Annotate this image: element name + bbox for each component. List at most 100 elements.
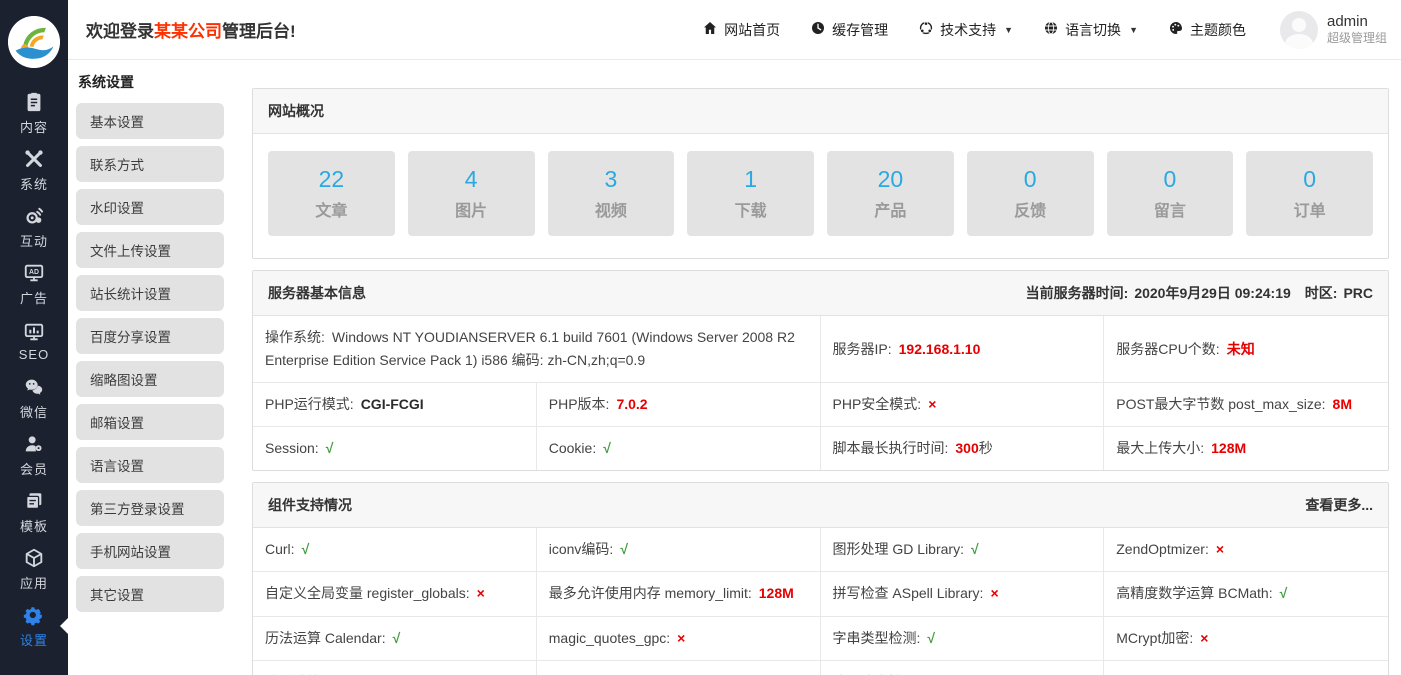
stat-label: 留言 (1154, 197, 1186, 221)
info-cell: OpenSSL:√ (537, 661, 821, 675)
stat-box-图片[interactable]: 4图片 (408, 151, 535, 236)
site-overview-panel: 网站概况 22文章4图片3视频1下载20产品0反馈 0 留言 0订单 (252, 88, 1389, 259)
user-name: admin (1327, 13, 1387, 32)
rail-item-系统[interactable]: 系统 (0, 141, 68, 198)
info-cell: POST最大字节数 post_max_size:8M (1104, 383, 1388, 426)
system-icon (21, 147, 47, 171)
sidebar-item-百度分享设置[interactable]: 百度分享设置 (76, 318, 224, 354)
sidebar-title: 系统设置 (76, 72, 224, 92)
cell-label: 最多允许使用内存 memory_limit: (549, 585, 752, 601)
sidebar-item-联系方式[interactable]: 联系方式 (76, 146, 224, 182)
top-nav-label: 主题颜色 (1190, 20, 1246, 40)
stat-box-产品[interactable]: 20产品 (827, 151, 954, 236)
sidebar-item-手机网站设置[interactable]: 手机网站设置 (76, 533, 224, 569)
cell-value: 128M (1211, 440, 1246, 456)
svg-text:AD: AD (29, 269, 39, 276)
sidebar-item-站长统计设置[interactable]: 站长统计设置 (76, 275, 224, 311)
server-tz-value: PRC (1343, 285, 1373, 301)
info-cell: Curl:√ (253, 528, 537, 571)
cell-label: PHP安全模式: (833, 396, 922, 412)
cell-text: 脚本最长执行时间:300秒 (833, 437, 993, 460)
cell-label: 操作系统: (265, 329, 325, 345)
avatar (1280, 11, 1318, 49)
table-row: Curl:√iconv编码:√图形处理 GD Library:√ZendOptm… (253, 528, 1388, 572)
cell-text: 拼写检查 ASpell Library:× (833, 582, 999, 605)
info-cell: 流媒体支持:√ (821, 661, 1105, 675)
top-nav: 网站首页 缓存管理 技术支持▼ 语言切换▼ 主题颜色 (702, 20, 1246, 40)
top-header: 欢迎登录某某公司管理后台! 网站首页 缓存管理 技术支持▼ 语言切换▼ 主题颜色 adm… (68, 0, 1401, 60)
top-nav-缓存管理[interactable]: 缓存管理 (810, 20, 888, 40)
top-nav-技术支持[interactable]: 技术支持▼ (918, 20, 1013, 40)
info-cell: Session:√ (253, 427, 537, 470)
stat-box-下载[interactable]: 1下载 (687, 151, 814, 236)
rail-nav: 内容系统互动AD广告SEO微信会员模板应用设置 (0, 84, 68, 654)
stat-value: 22 (319, 166, 345, 194)
rail-item-微信[interactable]: 微信 (0, 369, 68, 426)
info-cell: 脚本最长执行时间:300秒 (821, 427, 1105, 470)
server-info-title: 服务器基本信息 (268, 283, 366, 303)
user-menu[interactable]: admin 超级管理组 (1280, 11, 1387, 49)
sidebar-item-水印设置[interactable]: 水印设置 (76, 189, 224, 225)
rail-item-应用[interactable]: 应用 (0, 540, 68, 597)
sidebar-item-缩略图设置[interactable]: 缩略图设置 (76, 361, 224, 397)
cell-value: √ (326, 440, 334, 456)
sidebar-item-其它设置[interactable]: 其它设置 (76, 576, 224, 612)
cell-value: × (1216, 541, 1224, 557)
stat-box-订单[interactable]: 0订单 (1246, 151, 1373, 236)
info-cell: 哈稀计算 MHash:√ (253, 661, 537, 675)
cell-value: × (477, 585, 485, 601)
top-nav-label: 技术支持 (940, 20, 996, 40)
site-overview-header: 网站概况 (253, 89, 1388, 134)
content-icon (21, 90, 47, 114)
logo[interactable] (0, 0, 68, 84)
cell-label: iconv编码: (549, 541, 614, 557)
cell-value: 8M (1333, 396, 1352, 412)
rail-item-内容[interactable]: 内容 (0, 84, 68, 141)
info-cell: 自定义全局变量 register_globals:× (253, 572, 537, 615)
cell-label: 脚本最长执行时间: (833, 440, 949, 456)
sidebar-item-邮箱设置[interactable]: 邮箱设置 (76, 404, 224, 440)
top-nav-语言切换[interactable]: 语言切换▼ (1043, 20, 1138, 40)
rail-item-label: 会员 (20, 459, 48, 478)
stat-value: 4 (465, 166, 478, 194)
info-cell: MCrypt加密:× (1104, 617, 1388, 660)
rail-item-会员[interactable]: 会员 (0, 426, 68, 483)
rail-item-label: 系统 (20, 174, 48, 193)
top-nav-网站首页[interactable]: 网站首页 (702, 20, 780, 40)
info-cell: PHP版本:7.0.2 (537, 383, 821, 426)
sidebar-item-语言设置[interactable]: 语言设置 (76, 447, 224, 483)
rail-item-设置[interactable]: 设置 (0, 597, 68, 654)
cell-text: 最大上传大小: 128M (1116, 437, 1246, 460)
stat-box-反馈[interactable]: 0反馈 (967, 151, 1094, 236)
cell-value: 128M (759, 585, 794, 601)
sidebar-item-基本设置[interactable]: 基本设置 (76, 103, 224, 139)
rail-item-SEO[interactable]: SEO (0, 312, 68, 369)
sidebar-item-文件上传设置[interactable]: 文件上传设置 (76, 232, 224, 268)
server-time: 当前服务器时间:2020年9月29日 09:24:19时区:PRC (1020, 283, 1373, 303)
table-row: PHP运行模式:CGI-FCGIPHP版本:7.0.2PHP安全模式:×POST… (253, 383, 1388, 427)
info-cell: PHP安全模式:× (821, 383, 1105, 426)
stat-box-留言[interactable]: 0 留言 (1107, 151, 1234, 236)
stat-box-视频[interactable]: 3视频 (548, 151, 675, 236)
title-prefix: 欢迎登录 (86, 22, 154, 41)
info-cell: magic_quotes_gpc:× (537, 617, 821, 660)
cell-label: 最大上传大小: (1116, 440, 1204, 456)
stat-box-文章[interactable]: 22文章 (268, 151, 395, 236)
page-title: 欢迎登录某某公司管理后台! (86, 17, 296, 42)
cell-label: PHP运行模式: (265, 396, 354, 412)
cell-label: ZendOptmizer: (1116, 541, 1209, 557)
server-info-header: 服务器基本信息 当前服务器时间:2020年9月29日 09:24:19时区:PR… (253, 271, 1388, 316)
view-more-link[interactable]: 查看更多... (1305, 495, 1373, 515)
cell-text: Session:√ (265, 437, 333, 460)
rail-item-互动[interactable]: 互动 (0, 198, 68, 255)
rail-item-广告[interactable]: AD广告 (0, 255, 68, 312)
cell-value: √ (393, 630, 401, 646)
info-cell: 最多允许使用内存 memory_limit: 128M (537, 572, 821, 615)
cell-label: 服务器CPU个数: (1116, 341, 1219, 357)
stat-value: 0 (1163, 166, 1176, 194)
rail-item-模板[interactable]: 模板 (0, 483, 68, 540)
sidebar-item-第三方登录设置[interactable]: 第三方登录设置 (76, 490, 224, 526)
info-cell: 服务器IP:192.168.1.10 (821, 316, 1105, 382)
rail-item-label: 应用 (20, 573, 48, 592)
top-nav-主题颜色[interactable]: 主题颜色 (1168, 20, 1246, 40)
